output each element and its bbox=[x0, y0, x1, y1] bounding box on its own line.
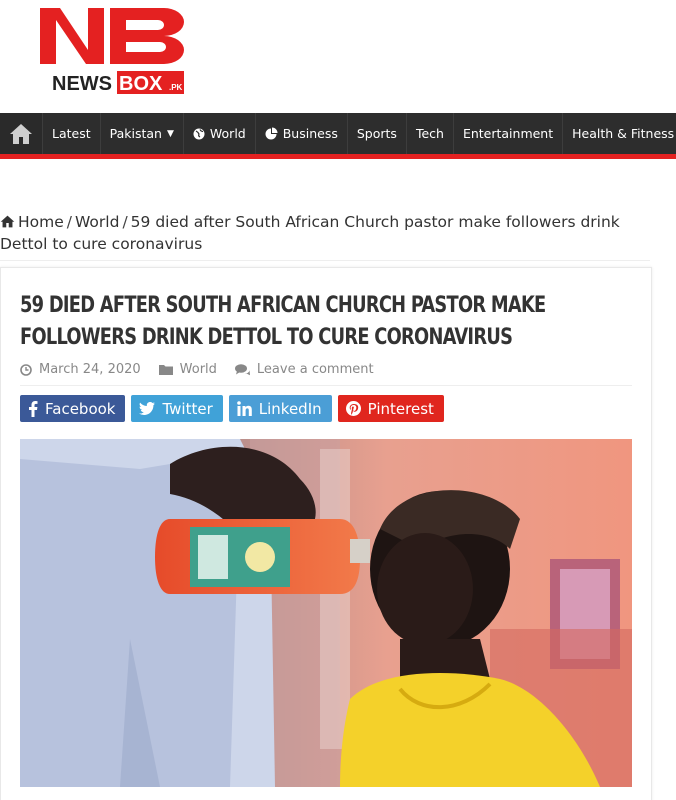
article-card: 59 died after South African Church pasto… bbox=[0, 267, 652, 800]
nav-item-tech[interactable]: Tech bbox=[407, 113, 454, 154]
breadcrumb-home-link[interactable]: Home bbox=[18, 213, 64, 231]
share-facebook-button[interactable]: Facebook bbox=[20, 395, 126, 422]
post-category-link[interactable]: World bbox=[180, 362, 217, 377]
share-pinterest-label: Pinterest bbox=[367, 399, 434, 418]
nav-item-pakistan[interactable]: Pakistan ▼ bbox=[101, 113, 184, 154]
featured-photo bbox=[20, 439, 632, 787]
nav-item-label: Health & Fitness bbox=[572, 126, 675, 141]
globe-icon bbox=[193, 128, 205, 140]
caret-down-icon: ▼ bbox=[166, 128, 174, 139]
nav-item-label: Pakistan bbox=[109, 126, 162, 141]
article-title: 59 died after South African Church pasto… bbox=[20, 293, 546, 350]
pie-chart-icon bbox=[265, 127, 278, 140]
svg-text:BOX: BOX bbox=[119, 73, 163, 94]
nav-item-label: Entertainment bbox=[462, 126, 554, 141]
nav-item-sports[interactable]: Sports bbox=[348, 113, 407, 154]
leave-comment-link[interactable]: Leave a comment bbox=[257, 362, 374, 377]
facebook-icon bbox=[29, 400, 38, 417]
pinterest-icon bbox=[345, 401, 361, 416]
home-icon bbox=[0, 213, 15, 234]
site-header: NEWS BOX .PK bbox=[0, 0, 676, 113]
post-date: March 24, 2020 bbox=[20, 362, 141, 377]
share-twitter-label: Twitter bbox=[162, 399, 213, 418]
share-facebook-label: Facebook bbox=[45, 399, 116, 418]
breadcrumb-world-link[interactable]: World bbox=[75, 213, 119, 231]
nav-item-world[interactable]: World bbox=[184, 113, 256, 154]
article-featured-image bbox=[20, 439, 632, 787]
nav-item-health-fitness[interactable]: Health & Fitness bbox=[563, 113, 676, 154]
nav-item-latest[interactable]: Latest bbox=[43, 113, 101, 154]
nav-item-business[interactable]: Business bbox=[256, 113, 348, 154]
home-icon bbox=[10, 123, 32, 144]
share-buttons: Facebook Twitter LinkedIn Pinterest bbox=[20, 395, 450, 422]
clock-icon bbox=[20, 363, 32, 376]
main-nav: Latest Pakistan ▼ World Business Sports … bbox=[0, 113, 676, 159]
post-comments[interactable]: Leave a comment bbox=[234, 362, 374, 377]
svg-text:NEWS: NEWS bbox=[52, 73, 112, 94]
breadcrumb-separator: / bbox=[122, 213, 128, 231]
share-linkedin-label: LinkedIn bbox=[258, 399, 322, 418]
svg-text:.PK: .PK bbox=[169, 83, 183, 92]
article-meta: March 24, 2020 World Leave a comment bbox=[20, 362, 632, 386]
nav-home-button[interactable] bbox=[0, 113, 43, 154]
breadcrumb-separator: / bbox=[66, 213, 73, 231]
twitter-icon bbox=[139, 402, 156, 415]
newsbox-logo: NEWS BOX .PK bbox=[40, 8, 184, 94]
post-category[interactable]: World bbox=[158, 362, 217, 377]
nav-item-label: Business bbox=[282, 126, 338, 141]
breadcrumb: Home / World/59 died after South African C… bbox=[0, 212, 650, 261]
share-pinterest-button[interactable]: Pinterest bbox=[337, 395, 444, 422]
site-logo[interactable]: NEWS BOX .PK bbox=[40, 6, 190, 94]
nav-item-label: Latest bbox=[52, 126, 91, 141]
folder-icon bbox=[158, 365, 173, 375]
nav-item-label: World bbox=[209, 126, 246, 141]
linkedin-icon bbox=[236, 401, 252, 416]
nav-item-label: Tech bbox=[415, 126, 444, 141]
comments-icon bbox=[234, 363, 250, 375]
share-linkedin-button[interactable]: LinkedIn bbox=[228, 395, 332, 422]
nav-item-label: Sports bbox=[356, 126, 397, 141]
share-twitter-button[interactable]: Twitter bbox=[131, 395, 223, 422]
nav-item-entertainment[interactable]: Entertainment bbox=[454, 113, 564, 154]
post-date-text: March 24, 2020 bbox=[39, 362, 141, 377]
